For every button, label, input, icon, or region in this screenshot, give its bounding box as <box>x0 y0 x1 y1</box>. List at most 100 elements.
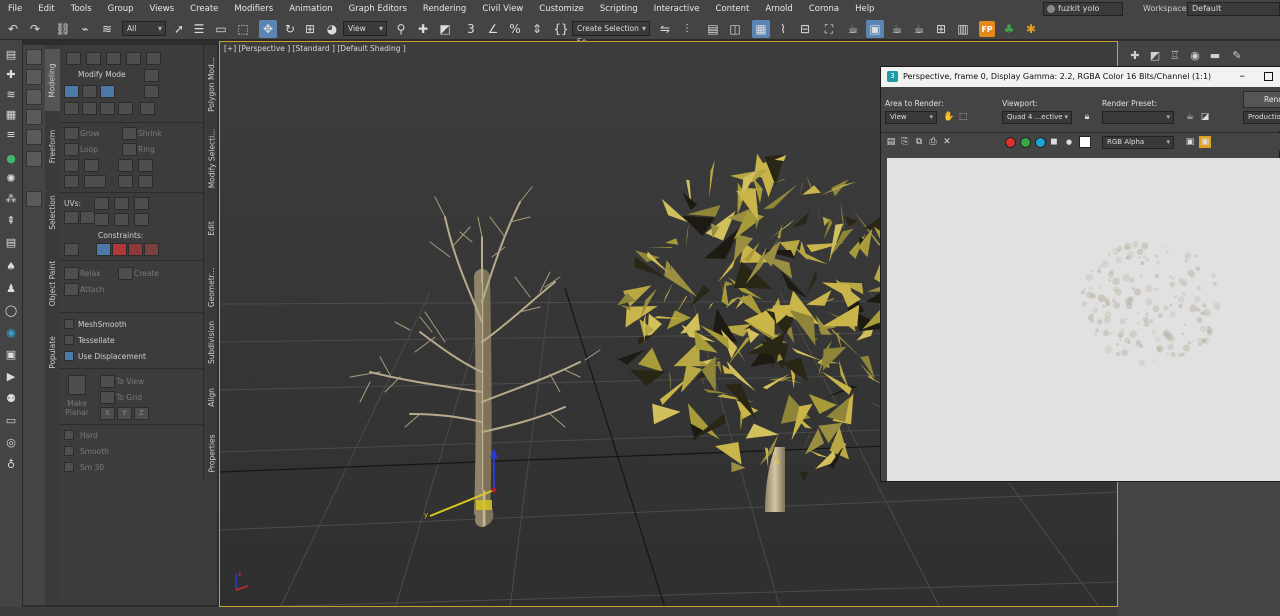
scene-explorer-icon[interactable]: ▤ <box>704 20 722 38</box>
panel-title-geometry[interactable]: Geometr... <box>204 261 219 313</box>
unlink-icon[interactable]: ⌁ <box>76 20 94 38</box>
script-icon[interactable]: ✱ <box>1022 20 1040 38</box>
menu-group[interactable]: Group <box>100 4 142 14</box>
make-planar-button[interactable]: Make Planar <box>64 399 90 417</box>
edit-region-icon[interactable]: ✋ <box>943 111 955 123</box>
uv-button[interactable] <box>64 211 79 224</box>
selection-filter[interactable]: All <box>122 21 166 36</box>
workspace-select[interactable]: Default <box>1187 2 1280 16</box>
border-mode-button[interactable] <box>106 52 121 65</box>
menu-rendering[interactable]: Rendering <box>415 4 474 14</box>
ring-mode-button[interactable] <box>118 175 133 188</box>
rectangular-selection-icon[interactable]: ▭ <box>212 20 230 38</box>
loop-mode-select[interactable] <box>84 175 106 188</box>
menu-animation[interactable]: Animation <box>281 4 340 14</box>
maximize-button[interactable] <box>1264 72 1273 81</box>
select-rotate-icon[interactable]: ↻ <box>281 20 299 38</box>
cut-button[interactable] <box>114 213 129 226</box>
a360-gallery-icon[interactable]: ▥ <box>954 20 972 38</box>
display-channel-select[interactable]: RGB Alpha <box>1102 136 1174 149</box>
tab-freeform[interactable]: Freeform <box>45 115 60 177</box>
motion-tab-icon[interactable]: ◉ <box>1188 48 1202 62</box>
vertex-mode-button[interactable] <box>66 52 81 65</box>
ring-remove-button[interactable] <box>138 159 153 172</box>
swatch-icon[interactable] <box>1079 136 1091 148</box>
edge-mode-button[interactable] <box>86 52 101 65</box>
loop-remove-button[interactable] <box>84 159 99 172</box>
grow-button[interactable]: Grow <box>80 129 99 138</box>
p-connect-button[interactable] <box>134 213 149 226</box>
bulb-icon[interactable]: ♁ <box>3 456 19 472</box>
keyboard-shortcut-icon[interactable]: ◩ <box>436 20 454 38</box>
rendered-frame-window-icon[interactable]: ▣ <box>866 20 884 38</box>
ring-button[interactable]: Ring <box>138 145 155 154</box>
menu-scripting[interactable]: Scripting <box>592 4 646 14</box>
mirror-icon[interactable]: ⇋ <box>656 20 674 38</box>
relax-icon[interactable] <box>64 267 79 280</box>
viewport-label-menu[interactable]: [+] [Perspective ] [Standard ] [Default … <box>224 44 406 53</box>
render-button[interactable]: Render <box>1243 91 1280 108</box>
panel-title-align[interactable]: Align <box>204 371 219 423</box>
tab-populate[interactable]: Populate <box>45 325 60 379</box>
edit-poly-button[interactable] <box>100 85 115 98</box>
people-icon[interactable]: ⚉ <box>3 390 19 406</box>
toggle-ui-overlay-icon[interactable]: ▣ <box>1184 136 1196 148</box>
ignore-backfacing-button[interactable] <box>118 102 133 115</box>
render-in-cloud-icon[interactable]: ⊞ <box>932 20 950 38</box>
menu-interactive[interactable]: Interactive <box>646 4 708 14</box>
bind-spacewarp-icon[interactable]: ≋ <box>98 20 116 38</box>
ribbon-toggle-icon[interactable]: ▦ <box>752 20 770 38</box>
blue-channel-toggle[interactable] <box>1035 137 1046 148</box>
menu-arnold[interactable]: Arnold <box>757 4 801 14</box>
ring-icon[interactable] <box>122 143 137 156</box>
hierarchy-tab-icon[interactable]: ♖ <box>1168 48 1182 62</box>
menu-help[interactable]: Help <box>847 4 882 14</box>
menu-modifiers[interactable]: Modifiers <box>226 4 281 14</box>
render-window-title-bar[interactable]: 3 Perspective, frame 0, Display Gamma: 2… <box>881 67 1280 87</box>
layers-icon[interactable]: ≋ <box>3 86 19 102</box>
render-iterative-icon[interactable]: ☕ <box>910 20 928 38</box>
loop-mode-button[interactable] <box>64 175 79 188</box>
preview-button[interactable] <box>64 102 79 115</box>
nurms-button[interactable] <box>94 213 109 226</box>
stack-icon[interactable]: ≡ <box>3 126 19 142</box>
railclone-icon[interactable]: ♣ <box>1000 20 1018 38</box>
align-z-button[interactable]: Z <box>134 407 149 420</box>
use-displacement-button[interactable]: Use Displacement <box>78 352 146 361</box>
swift-loop-button[interactable] <box>134 197 149 210</box>
smooth-button[interactable]: Smooth <box>80 447 109 456</box>
grow-icon[interactable] <box>64 127 79 140</box>
render-production-icon[interactable]: ☕ <box>888 20 906 38</box>
hard-button[interactable]: Hard <box>80 431 98 440</box>
edit-named-selection-icon[interactable]: {} <box>552 20 570 38</box>
loop-button[interactable]: Loop <box>80 145 98 154</box>
foliage-icon[interactable]: ♠ <box>3 258 19 274</box>
menu-create[interactable]: Create <box>182 4 226 14</box>
create-icon[interactable] <box>118 267 133 280</box>
toggle-ui-icon[interactable]: ▣ <box>1199 136 1211 148</box>
panel-title-edit[interactable]: Edit <box>204 197 219 259</box>
list-icon[interactable]: ▤ <box>3 234 19 250</box>
to-grid-icon[interactable] <box>100 391 115 404</box>
make-planar-icon[interactable] <box>68 375 86 395</box>
environment-icon[interactable]: ◪ <box>1199 111 1211 123</box>
lock-icon[interactable]: 🔒︎ <box>1081 111 1093 123</box>
preview-sub-button[interactable] <box>82 102 97 115</box>
render-preset-select[interactable] <box>1102 111 1174 124</box>
panel-title-modify-selection[interactable]: Modify Selecti... <box>204 125 219 191</box>
area-to-render-select[interactable]: View <box>885 111 937 124</box>
panel-title-properties[interactable]: Properties <box>204 427 219 479</box>
constraint-edge-button[interactable] <box>112 243 127 256</box>
menu-tools[interactable]: Tools <box>63 4 100 14</box>
spinner-snap-icon[interactable]: ⇕ <box>528 20 546 38</box>
to-view-icon[interactable] <box>100 375 115 388</box>
material-editor-icon[interactable]: ⛶ <box>820 20 838 38</box>
menu-customize[interactable]: Customize <box>531 4 592 14</box>
modify-tab-icon[interactable]: ◩ <box>1148 48 1162 62</box>
print-image-icon[interactable]: ⎙ <box>927 136 939 148</box>
constraint-normal-button[interactable] <box>144 243 159 256</box>
forest-pack-icon[interactable]: FP <box>979 21 995 37</box>
stack-view-button[interactable] <box>64 85 79 98</box>
user-account[interactable]: fuzkit yolo <box>1043 2 1123 16</box>
group-icon[interactable]: ⁂ <box>3 190 19 206</box>
